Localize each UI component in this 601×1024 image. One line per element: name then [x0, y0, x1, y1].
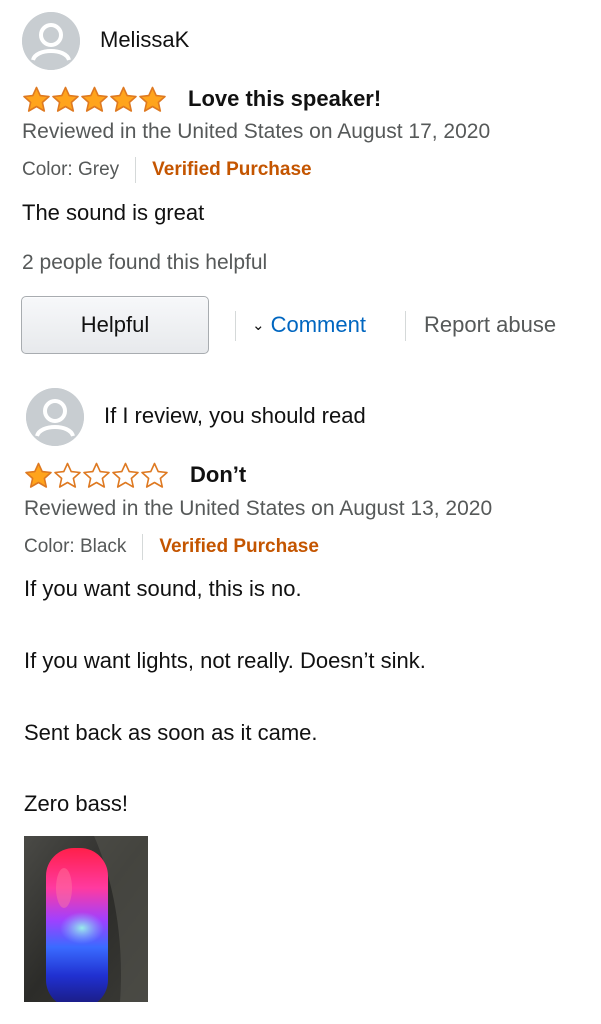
verified-purchase-badge: Verified Purchase	[152, 159, 312, 180]
comment-link[interactable]: ⌄ Comment	[252, 312, 366, 338]
reviewer-avatar[interactable]	[26, 388, 84, 446]
review-body-line: Sent back as soon as it came.	[24, 720, 318, 745]
star-rating	[22, 86, 167, 112]
star-empty-icon	[112, 462, 139, 488]
star-empty-icon	[141, 462, 168, 488]
product-color: Color: Grey	[22, 159, 120, 180]
star-filled-icon	[52, 86, 79, 112]
comment-label: Comment	[270, 312, 366, 337]
review-meta: Color: Black Verified Purchase	[24, 534, 319, 560]
review-body-line: Zero bass!	[24, 791, 128, 816]
reviewer-name[interactable]: If I review, you should read	[104, 403, 366, 429]
verified-purchase-badge: Verified Purchase	[159, 536, 319, 557]
review-title[interactable]: Don’t	[190, 462, 246, 488]
helpful-count: 2 people found this helpful	[22, 251, 268, 274]
review-image-thumbnail[interactable]	[24, 836, 148, 1002]
reviewer-name[interactable]: MelissaK	[100, 27, 189, 53]
divider	[235, 311, 236, 341]
divider	[405, 311, 406, 341]
star-filled-icon	[139, 86, 166, 112]
star-filled-icon	[25, 462, 52, 488]
review-meta: Color: Grey Verified Purchase	[22, 157, 312, 183]
reviewer-avatar[interactable]	[22, 12, 80, 70]
star-empty-icon	[83, 462, 110, 488]
star-empty-icon	[54, 462, 81, 488]
user-silhouette-icon	[22, 12, 80, 70]
product-color: Color: Black	[24, 536, 127, 557]
review-date: Reviewed in the United States on August …	[24, 497, 493, 520]
divider	[142, 534, 144, 560]
helpful-button[interactable]: Helpful	[21, 296, 209, 354]
review-body-line: If you want lights, not really. Doesn’t …	[24, 648, 426, 673]
star-filled-icon	[81, 86, 108, 112]
review-body-line: The sound is great	[22, 200, 205, 225]
report-abuse-link[interactable]: Report abuse	[424, 312, 556, 338]
user-silhouette-icon	[26, 388, 84, 446]
star-filled-icon	[110, 86, 137, 112]
divider	[135, 157, 137, 183]
star-rating	[24, 462, 169, 488]
speaker-photo	[24, 836, 148, 1002]
chevron-down-icon: ⌄	[252, 317, 265, 334]
review-title[interactable]: Love this speaker!	[188, 86, 381, 112]
star-filled-icon	[23, 86, 50, 112]
review-date: Reviewed in the United States on August …	[22, 120, 491, 143]
review-body-line: If you want sound, this is no.	[24, 576, 302, 601]
